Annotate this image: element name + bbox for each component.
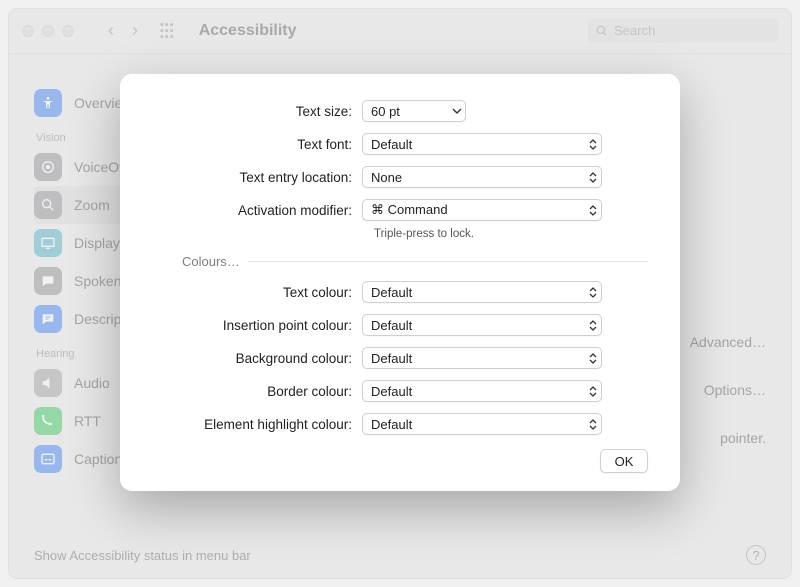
activation-value: ⌘ Command [371,202,448,218]
colours-label: Colours… [182,254,240,269]
background-colour-label: Background colour: [152,351,362,366]
insertion-colour-popup[interactable]: Default [362,314,602,336]
text-font-label: Text font: [152,137,362,152]
stepper-icon [588,318,597,332]
entry-location-popup[interactable]: None [362,166,602,188]
text-size-value: 60 pt [371,104,400,119]
text-font-popup[interactable]: Default [362,133,602,155]
activation-modifier-popup[interactable]: ⌘ Command [362,199,602,221]
border-colour-value: Default [371,384,412,399]
border-colour-popup[interactable]: Default [362,380,602,402]
entry-location-value: None [371,170,402,185]
stepper-icon [588,170,597,184]
stepper-icon [588,203,597,217]
ok-button[interactable]: OK [600,449,648,473]
hover-text-options-sheet: Text size: 60 pt Text font: Default Text… [120,74,680,491]
chevron-down-icon [452,104,461,118]
text-font-value: Default [371,137,412,152]
text-colour-value: Default [371,285,412,300]
highlight-colour-label: Element highlight colour: [152,417,362,432]
divider [248,261,648,262]
stepper-icon [588,417,597,431]
highlight-colour-popup[interactable]: Default [362,413,602,435]
background-colour-popup[interactable]: Default [362,347,602,369]
text-size-popup[interactable]: 60 pt [362,100,466,122]
text-colour-label: Text colour: [152,285,362,300]
text-colour-popup[interactable]: Default [362,281,602,303]
text-size-label: Text size: [152,104,362,119]
activation-label: Activation modifier: [152,203,362,218]
entry-location-label: Text entry location: [152,170,362,185]
background-colour-value: Default [371,351,412,366]
stepper-icon [588,384,597,398]
stepper-icon [588,351,597,365]
insertion-colour-value: Default [371,318,412,333]
insertion-colour-label: Insertion point colour: [152,318,362,333]
highlight-colour-value: Default [371,417,412,432]
activation-note: Triple-press to lock. [374,228,648,240]
border-colour-label: Border colour: [152,384,362,399]
stepper-icon [588,285,597,299]
colours-section-header: Colours… [152,254,648,269]
stepper-icon [588,137,597,151]
